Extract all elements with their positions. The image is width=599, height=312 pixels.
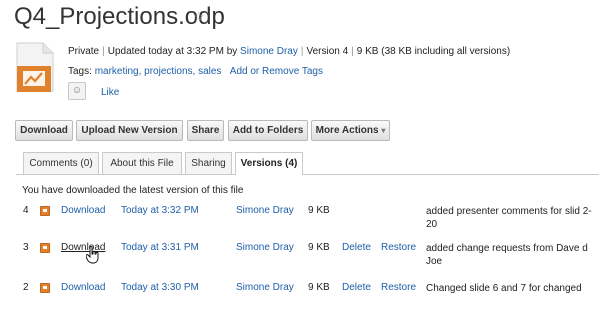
upload-new-version-button[interactable]: Upload New Version — [76, 120, 183, 141]
version-author-link[interactable]: Simone Dray — [236, 242, 294, 253]
version-time-link[interactable]: Today at 3:31 PM — [121, 242, 199, 253]
restore-link[interactable]: Restore — [381, 242, 416, 253]
download-notice: You have downloaded the latest version o… — [22, 185, 244, 196]
size-label: 9 KB (38 KB including all versions) — [356, 46, 511, 57]
add-to-folders-button[interactable]: Add to Folders — [228, 120, 308, 141]
version-size: 9 KB — [308, 205, 330, 216]
more-actions-button[interactable]: More Actions ▾ — [311, 120, 390, 141]
download-icon[interactable] — [40, 243, 50, 253]
more-actions-label: More Actions — [315, 125, 379, 136]
table-row: 4 Download Today at 3:32 PM Simone Dray … — [0, 205, 599, 235]
file-meta: Private | Updated today at 3:32 PM by Simo… — [68, 46, 511, 57]
tab-sharing[interactable]: Sharing — [185, 152, 232, 174]
like-face-icon[interactable]: ☺ — [68, 82, 86, 100]
version-number: 3 — [23, 242, 29, 253]
tabs-divider — [16, 174, 599, 175]
visibility-label: Private — [68, 46, 100, 57]
version-download-link[interactable]: Download — [61, 282, 105, 293]
version-time-link[interactable]: Today at 3:30 PM — [121, 282, 199, 293]
table-row: 2 Download Today at 3:30 PM Simone Dray … — [0, 282, 599, 312]
hand-cursor-icon — [86, 246, 99, 264]
add-remove-tags-link[interactable]: Add or Remove Tags — [230, 66, 323, 77]
like-link[interactable]: Like — [101, 87, 119, 98]
tags-row: Tags: marketing, projections, sales Add … — [68, 66, 323, 77]
download-icon[interactable] — [40, 206, 50, 216]
version-author-link[interactable]: Simone Dray — [236, 282, 294, 293]
version-description: Changed slide 6 and 7 for changed — [426, 283, 582, 294]
tags-label: Tags: — [68, 66, 92, 77]
version-time-link[interactable]: Today at 3:32 PM — [121, 205, 199, 216]
download-button[interactable]: Download — [15, 120, 73, 141]
version-size: 9 KB — [308, 282, 330, 293]
version-author-link[interactable]: Simone Dray — [236, 205, 294, 216]
delete-link[interactable]: Delete — [342, 242, 371, 253]
tag-link[interactable]: projections, — [144, 66, 195, 77]
updated-label: Updated today at 3:32 PM by — [107, 46, 238, 57]
delete-link[interactable]: Delete — [342, 282, 371, 293]
version-label: Version 4 — [306, 46, 349, 57]
tab-comments[interactable]: Comments (0) — [23, 152, 99, 174]
version-description: added change requests from Dave d Joe — [426, 243, 588, 267]
download-icon[interactable] — [40, 283, 50, 293]
version-description: added presenter comments for slid 2-20 — [426, 206, 592, 230]
version-download-link[interactable]: Download — [61, 205, 105, 216]
presentation-file-icon — [16, 42, 54, 92]
tab-about[interactable]: About this File — [102, 152, 182, 174]
version-number: 4 — [23, 205, 29, 216]
tag-link[interactable]: sales — [198, 66, 221, 77]
tag-link[interactable]: marketing, — [95, 66, 142, 77]
chevron-down-icon: ▾ — [381, 126, 386, 135]
version-number: 2 — [23, 282, 29, 293]
tab-versions[interactable]: Versions (4) — [235, 152, 303, 175]
version-size: 9 KB — [308, 242, 330, 253]
share-button[interactable]: Share — [187, 120, 224, 141]
restore-link[interactable]: Restore — [381, 282, 416, 293]
pin-icon[interactable]: ☆ — [193, 9, 205, 25]
author-link[interactable]: Simone Dray — [240, 46, 298, 57]
